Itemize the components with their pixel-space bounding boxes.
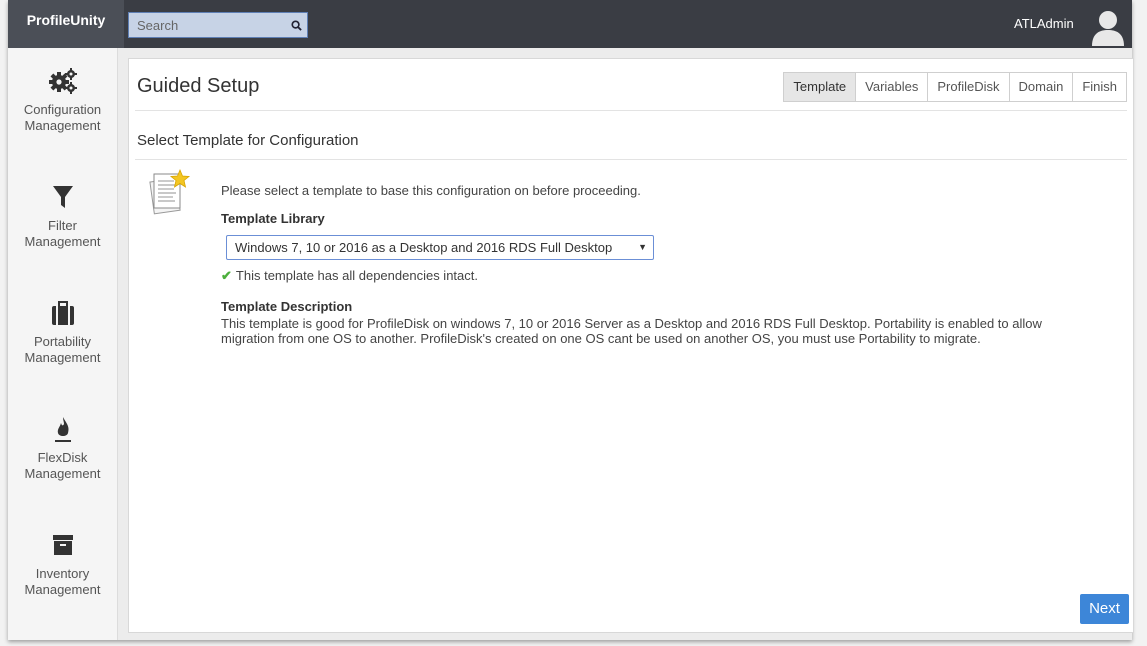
dependency-status-text: This template has all dependencies intac… [235, 268, 478, 283]
search-box [128, 12, 308, 38]
template-documents-icon [149, 168, 191, 215]
sidebar-item-portability[interactable]: Portability Management [8, 298, 117, 366]
sidebar-item-label: Filter [48, 218, 77, 233]
sidebar-item-label: Management [24, 234, 101, 249]
wizard-tabs: Template Variables ProfileDisk Domain Fi… [783, 72, 1127, 102]
sidebar-item-label: Management [24, 350, 101, 365]
tab-variables[interactable]: Variables [855, 73, 928, 101]
sidebar-item-label: Management [24, 466, 101, 481]
sidebar-item-label: Inventory [35, 566, 90, 581]
avatar[interactable] [1090, 8, 1126, 46]
tab-finish[interactable]: Finish [1072, 73, 1126, 101]
intro-text: Please select a template to base this co… [221, 183, 641, 198]
app-logo[interactable]: ProfileUnity [8, 0, 124, 48]
section-title: Select Template for Configuration [137, 132, 359, 149]
top-bar: ProfileUnity ATLAdmin [8, 0, 1132, 48]
template-library-select[interactable]: Windows 7, 10 or 2016 as a Desktop and 2… [226, 235, 654, 260]
main-panel: Guided Setup Template Variables ProfileD… [128, 58, 1134, 633]
section-divider [135, 159, 1127, 160]
sidebar-item-filter[interactable]: Filter Management [8, 182, 117, 250]
sidebar-item-flexdisk[interactable]: FlexDisk Management [8, 414, 117, 482]
filter-icon [52, 186, 73, 208]
caret-down-icon: ▼ [638, 242, 647, 252]
search-button[interactable] [285, 13, 307, 37]
template-library-value: Windows 7, 10 or 2016 as a Desktop and 2… [235, 240, 613, 255]
search-input[interactable] [129, 13, 287, 37]
description-line: This template is good for ProfileDisk on… [221, 316, 1042, 331]
template-description-label: Template Description [221, 299, 353, 314]
sidebar-item-configuration[interactable]: Configuration Management [8, 66, 117, 134]
user-name[interactable]: ATLAdmin [1014, 16, 1074, 31]
tab-profiledisk[interactable]: ProfileDisk [927, 73, 1009, 101]
flame-icon [54, 417, 71, 442]
archive-icon [52, 535, 73, 555]
gears-icon [48, 68, 77, 94]
app-window: ProfileUnity ATLAdmin [8, 0, 1134, 640]
next-button[interactable]: Next [1080, 594, 1129, 624]
sidebar-item-label: FlexDisk [37, 450, 88, 465]
description-line: migration from one OS to another. Profil… [221, 331, 981, 346]
sidebar-item-label: Management [24, 582, 101, 597]
dependency-status: ✔ This template has all dependencies inta… [221, 268, 478, 284]
sidebar-item-inventory[interactable]: Inventory Management [8, 530, 117, 598]
sidebar-item-label: Configuration [23, 102, 102, 117]
page-title: Guided Setup [137, 75, 260, 97]
template-description-text: This template is good for ProfileDisk on… [221, 316, 1121, 346]
sidebar: Configuration Management Filter Manageme… [8, 48, 118, 640]
checkmark-icon: ✔ [221, 268, 232, 283]
search-icon [290, 19, 302, 31]
sidebar-item-label: Management [24, 118, 101, 133]
sidebar-item-label: Portability [33, 334, 92, 349]
tab-domain[interactable]: Domain [1008, 73, 1073, 101]
template-library-label: Template Library [221, 211, 325, 226]
title-divider [135, 110, 1127, 111]
briefcase-icon [51, 301, 74, 325]
tab-template[interactable]: Template [784, 73, 856, 101]
